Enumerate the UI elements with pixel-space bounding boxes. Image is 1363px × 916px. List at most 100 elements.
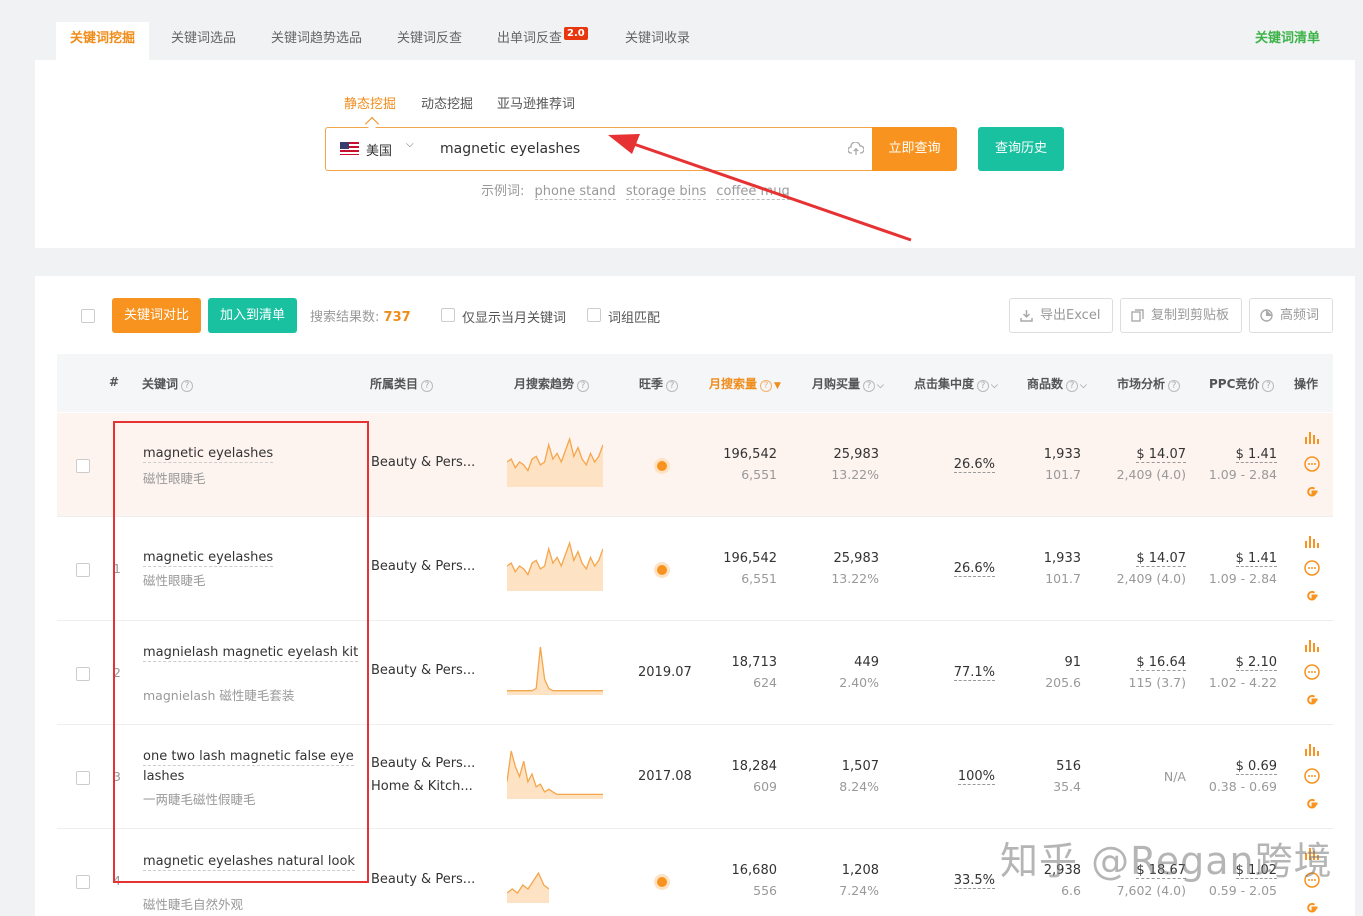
subtab-static-mining[interactable]: 静态挖掘 (344, 93, 396, 112)
row-checkbox[interactable] (76, 563, 90, 577)
keyword-link[interactable]: magnetic eyelashes natural look (143, 854, 355, 871)
click-concentration[interactable]: 26.6% (915, 457, 995, 473)
ppc-bid[interactable]: $ 0.69 (1187, 759, 1277, 775)
click-concentration[interactable]: 100% (915, 769, 995, 785)
subtab-amazon-recommended[interactable]: 亚马逊推荐词 (497, 93, 575, 112)
row-checkbox[interactable] (76, 459, 90, 473)
phrase-match-checkbox[interactable] (587, 308, 601, 322)
keyword-text-line2[interactable]: lashes (143, 769, 184, 784)
help-icon[interactable]: ? (1262, 380, 1275, 392)
col-season[interactable]: 旺季? (639, 375, 679, 392)
col-purchases[interactable]: 月购买量? ⌵ (812, 375, 884, 392)
help-icon[interactable]: ? (863, 380, 876, 392)
market-price[interactable]: $ 14.07 (1097, 551, 1186, 567)
help-icon[interactable]: ? (577, 380, 590, 392)
table-row[interactable]: 2 magnielash magnetic eyelash kit magnie… (57, 621, 1333, 725)
bar-chart-icon[interactable] (1304, 637, 1320, 653)
tab-order-keyword-lookup[interactable]: 出单词反查 2.0 (483, 22, 602, 60)
keyword-text[interactable]: magnetic eyelashes (143, 446, 274, 463)
google-icon[interactable] (1304, 588, 1320, 604)
col-keyword[interactable]: 关键词? (142, 375, 194, 392)
trend-sparkline[interactable] (507, 435, 603, 487)
keyword-list-link[interactable]: 关键词清单 (1255, 22, 1320, 56)
select-all-checkbox[interactable] (81, 309, 95, 323)
google-icon[interactable] (1304, 484, 1320, 500)
trend-sparkline[interactable] (507, 539, 603, 591)
keyword-text[interactable]: magnetic eyelashes natural look (143, 854, 355, 871)
product-ratio: 101.7 (1045, 467, 1081, 482)
row-checkbox[interactable] (76, 875, 90, 889)
col-ppc[interactable]: PPC竞价? (1209, 375, 1275, 392)
help-icon[interactable]: ? (1168, 380, 1181, 392)
tab-keyword-mining[interactable]: 关键词挖掘 (56, 22, 150, 60)
export-excel-button[interactable]: 导出Excel (1009, 298, 1113, 333)
col-market-analysis[interactable]: 市场分析? (1117, 375, 1181, 392)
keyword-link[interactable]: magnetic eyelashes (143, 446, 274, 463)
sort-icon[interactable]: ⌵ (877, 381, 884, 391)
product-ratio: 101.7 (1045, 571, 1081, 586)
ppc-bid[interactable]: $ 1.41 (1187, 447, 1277, 463)
help-icon[interactable]: ? (666, 380, 679, 392)
tab-keyword-reverse-lookup[interactable]: 关键词反查 (383, 22, 476, 60)
table-row[interactable]: 3 one two lash magnetic false eye lashes… (57, 725, 1333, 829)
google-icon[interactable] (1304, 796, 1320, 812)
more-icon[interactable] (1304, 664, 1320, 680)
trend-sparkline[interactable] (507, 869, 549, 903)
keyword-link[interactable]: lashes (143, 769, 184, 784)
high-frequency-words-button[interactable]: 高频词 (1249, 298, 1333, 333)
col-products[interactable]: 商品数? ⌵ (1027, 375, 1087, 392)
query-history-button[interactable]: 查询历史 (978, 127, 1064, 171)
trend-sparkline[interactable] (507, 643, 603, 695)
help-icon[interactable]: ? (181, 380, 194, 392)
help-icon[interactable]: ? (760, 380, 773, 392)
tab-keyword-trend-selection[interactable]: 关键词趋势选品 (257, 22, 376, 60)
google-icon[interactable] (1304, 900, 1320, 916)
table-row[interactable]: magnetic eyelashes 磁性眼睫毛 Beauty & Pers..… (57, 413, 1333, 517)
market-price[interactable]: $ 14.07 (1097, 447, 1186, 463)
chevron-down-icon[interactable]: ⌵ (406, 139, 414, 150)
sort-icon[interactable]: ⌵ (1080, 381, 1087, 391)
tab-keyword-indexing[interactable]: 关键词收录 (611, 22, 704, 60)
copy-clipboard-button[interactable]: 复制到剪贴板 (1120, 298, 1242, 333)
tab-keyword-product-selection[interactable]: 关键词选品 (157, 22, 250, 60)
table-row[interactable]: 1 magnetic eyelashes 磁性眼睫毛 Beauty & Pers… (57, 517, 1333, 621)
help-icon[interactable]: ? (1066, 380, 1079, 392)
more-icon[interactable] (1304, 768, 1320, 784)
search-volume-sub: 624 (753, 675, 777, 690)
click-concentration[interactable]: 26.6% (915, 561, 995, 577)
row-checkbox[interactable] (76, 667, 90, 681)
current-month-checkbox[interactable] (441, 308, 455, 322)
ppc-bid[interactable]: $ 1.41 (1187, 551, 1277, 567)
keyword-link[interactable]: one two lash magnetic false eye (143, 749, 354, 766)
more-icon[interactable] (1304, 560, 1320, 576)
col-trend[interactable]: 月搜索趋势? (514, 375, 590, 392)
keyword-text[interactable]: magnetic eyelashes (143, 550, 274, 567)
sort-desc-icon[interactable]: ▼ (774, 381, 781, 391)
ppc-bid[interactable]: $ 2.10 (1187, 655, 1277, 671)
add-to-list-button[interactable]: 加入到清单 (208, 298, 297, 333)
more-icon[interactable] (1304, 456, 1320, 472)
keyword-text[interactable]: one two lash magnetic false eye (143, 749, 354, 766)
keyword-link[interactable]: magnetic eyelashes (143, 550, 274, 567)
bar-chart-icon[interactable] (1304, 741, 1320, 757)
col-search-volume[interactable]: 月搜索量? ▼ (709, 375, 781, 392)
market-price[interactable]: $ 16.64 (1097, 655, 1186, 671)
keyword-translation: 一两睫毛磁性假睫毛 (143, 792, 256, 807)
country-select[interactable]: 美国 (366, 140, 392, 159)
help-icon[interactable]: ? (977, 380, 990, 392)
subtab-dynamic-mining[interactable]: 动态挖掘 (421, 93, 473, 112)
click-concentration[interactable]: 33.5% (915, 873, 995, 889)
col-click-concentration[interactable]: 点击集中度? ⌵ (914, 375, 998, 392)
bar-chart-icon[interactable] (1304, 533, 1320, 549)
help-icon[interactable]: ? (421, 380, 434, 392)
col-category[interactable]: 所属类目? (370, 375, 434, 392)
trend-sparkline[interactable] (507, 747, 603, 799)
google-icon[interactable] (1304, 692, 1320, 708)
click-concentration[interactable]: 77.1% (915, 665, 995, 681)
keyword-text[interactable]: magnielash magnetic eyelash kit (143, 645, 359, 662)
row-checkbox[interactable] (76, 771, 90, 785)
keyword-compare-button[interactable]: 关键词对比 (112, 298, 201, 333)
keyword-link[interactable]: magnielash magnetic eyelash kit (143, 645, 359, 662)
sort-icon[interactable]: ⌵ (991, 381, 998, 391)
bar-chart-icon[interactable] (1304, 429, 1320, 445)
